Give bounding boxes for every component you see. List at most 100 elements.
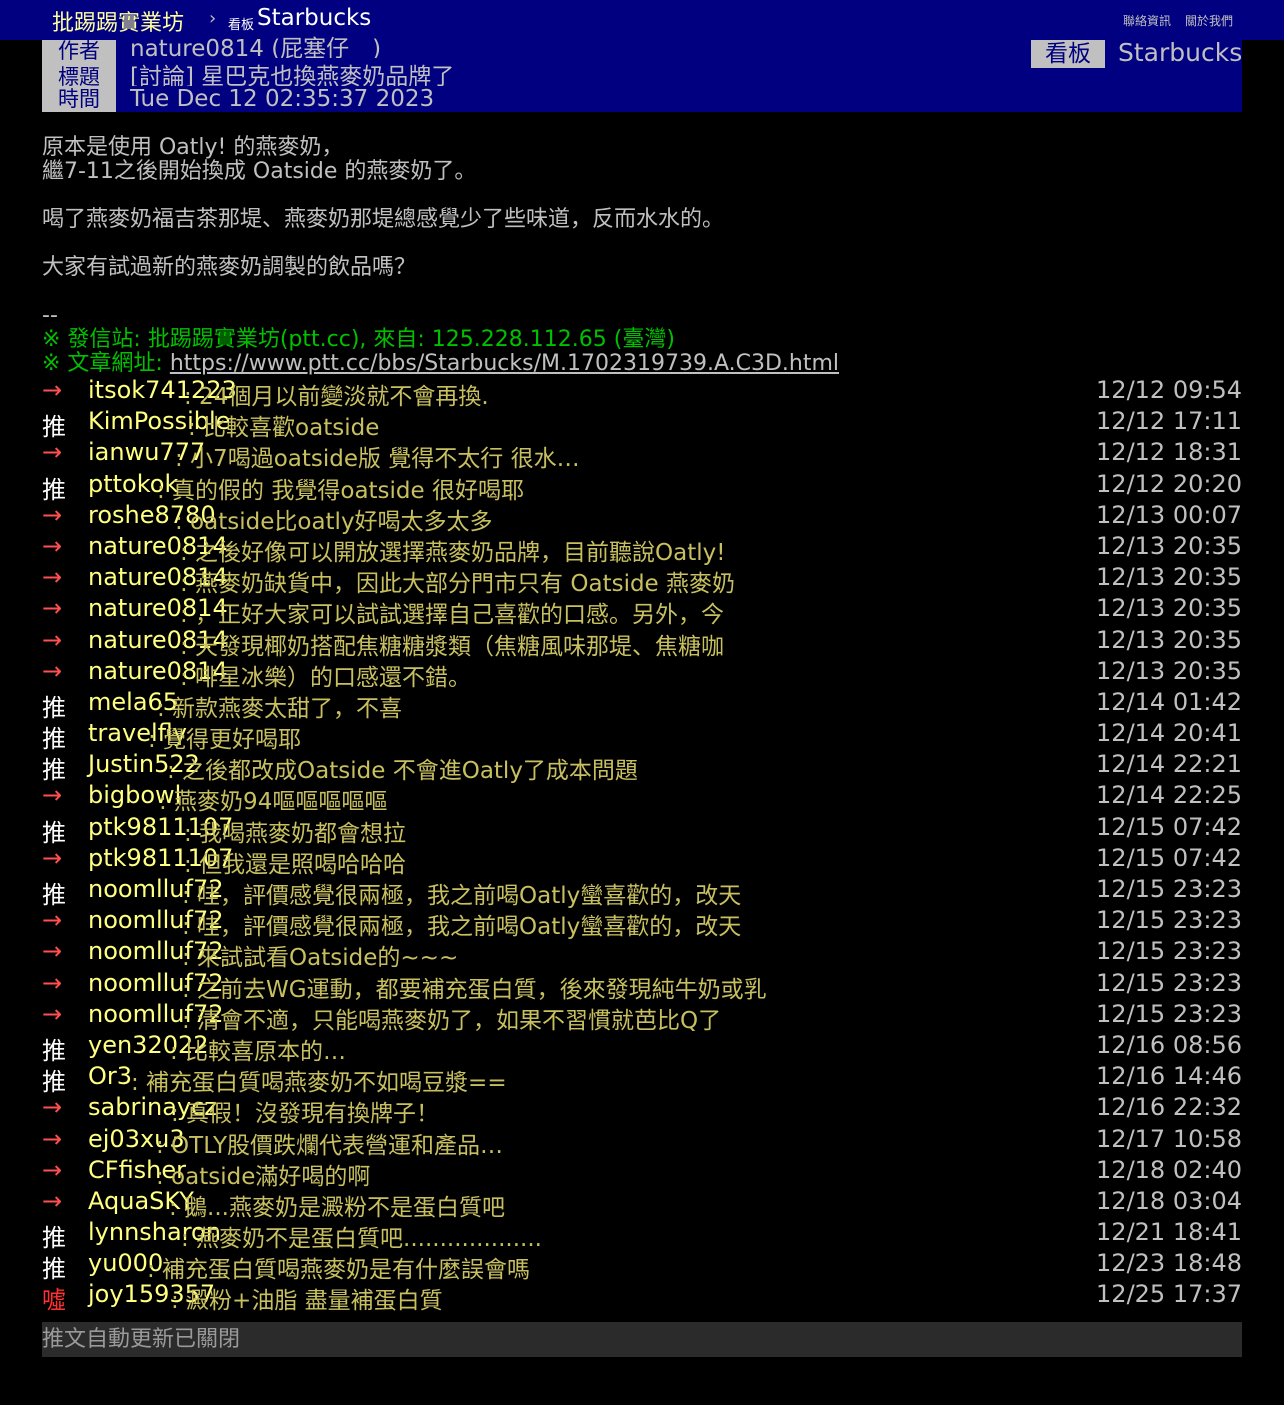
push-row: → nature0814: 啡星冰樂）的口感還不錯。 12/13 20:35 — [42, 657, 1242, 691]
push-content: : 啡星冰樂）的口感還不錯。 — [180, 664, 472, 691]
push-content: : 燕麥奶94嘔嘔嘔嘔嘔 — [159, 789, 388, 816]
push-content: : 比較喜原本的… — [170, 1038, 347, 1065]
push-tag: 推 — [42, 1068, 66, 1097]
push-tag: 推 — [42, 413, 66, 442]
push-content: : OTLY股價跌爛代表營運和產品… — [156, 1132, 504, 1159]
push-content: : 真假！沒發現有換牌子！ — [171, 1101, 440, 1128]
push-tag: 推 — [42, 756, 66, 785]
push-tag: 推 — [42, 725, 66, 754]
signature-divider: -- — [42, 303, 58, 328]
push-time: 12/16 14:46 — [1096, 1062, 1242, 1091]
body-line: 繼7-11之後開始換成 Oatside 的燕麥奶了。 — [42, 159, 477, 184]
push-row: 推 Or3: 補充蛋白質喝燕麥奶不如喝豆漿== 12/16 14:46 — [42, 1062, 1242, 1096]
signature-url-label: ※ 文章網址: — [42, 351, 170, 376]
push-time: 12/15 23:23 — [1096, 968, 1242, 997]
push-time: 12/13 20:35 — [1096, 594, 1242, 623]
push-tag: → — [42, 500, 63, 529]
breadcrumb-separator: › — [209, 8, 217, 29]
push-content: : 之前去WG運動，都要補充蛋白質，後來發現純牛奶或乳 — [182, 976, 767, 1003]
push-content: : ，正好大家可以試試選擇自己喜歡的口感。另外，今 — [180, 602, 725, 629]
push-tag: → — [42, 1093, 63, 1122]
push-tag: → — [42, 1124, 63, 1153]
push-row: → noomlluf72: 哇，評價感覺很兩極，我之前喝Oatly蠻喜歡的，改天 1… — [42, 906, 1242, 940]
push-tag: 推 — [42, 881, 66, 909]
push-tag: 推 — [42, 1224, 66, 1253]
push-tag: → — [42, 843, 63, 872]
push-time: 12/21 18:41 — [1096, 1218, 1242, 1247]
push-content: : 補充蛋白質喝燕麥奶不如喝豆漿== — [131, 1070, 507, 1097]
push-content: : 澱粉+油脂 盡量補蛋白質 — [171, 1288, 443, 1315]
board-value: Starbucks — [1118, 38, 1243, 67]
push-row: → sabrinaycz: 真假！沒發現有換牌子！ 12/16 22:32 — [42, 1093, 1242, 1127]
body-line: 原本是使用 Oatly! 的燕麥奶， — [42, 135, 344, 160]
push-row: → ej03xu3: OTLY股價跌爛代表營運和產品… 12/17 10:58 — [42, 1124, 1242, 1159]
push-row: → nature0814: ，正好大家可以試試選擇自己喜歡的口感。另外，今 12/1… — [42, 594, 1242, 628]
push-time: 12/15 07:42 — [1096, 812, 1242, 841]
push-tag: → — [42, 625, 63, 654]
body-line: 喝了燕麥奶福吉茶那堤、燕麥奶那堤總感覺少了些味道，反而水水的。 — [42, 207, 725, 232]
push-time: 12/17 10:58 — [1096, 1124, 1242, 1153]
push-row: 推 noomlluf72: 哇，評價感覺很兩極，我之前喝Oatly蠻喜歡的，改天 1… — [42, 875, 1242, 909]
push-row: → ianwu777: 小7喝過oatside版 覺得不太行 很水… 12/12 1… — [42, 438, 1242, 472]
board-link[interactable]: Starbucks — [257, 5, 371, 31]
push-row: → roshe8780: oatside比oatly好喝太多太多 12/13 00:… — [42, 500, 1242, 535]
push-content: : 燕麥奶不是蛋白質吧................... — [181, 1226, 542, 1253]
signature-site: ※ 發信站: 批踢踢實業坊(ptt.cc), 來自: 125.228.112.6… — [42, 327, 675, 352]
push-content: : 我喝燕麥奶都會想拉 — [184, 820, 407, 847]
push-time: 12/14 01:42 — [1096, 687, 1242, 716]
push-row: 推 lynnsharon: 燕麥奶不是蛋白質吧..................… — [42, 1218, 1242, 1252]
push-content: : 覺得更好喝耶 — [148, 727, 302, 754]
push-time: 12/16 22:32 — [1096, 1093, 1242, 1122]
push-time: 12/15 23:23 — [1096, 906, 1242, 935]
push-time: 12/18 03:04 — [1096, 1186, 1242, 1215]
push-row: → CFfisher: oatside滿好喝的啊 12/18 02:40 — [42, 1155, 1242, 1190]
push-content: : 但我還是照喝哈哈哈 — [184, 851, 407, 878]
push-tag: → — [42, 999, 63, 1028]
board-label: 看板 — [1031, 40, 1105, 68]
push-row: 推 KimPossible: 比較喜歡oatside 12/12 17:11 — [42, 407, 1242, 441]
push-time: 12/23 18:48 — [1096, 1249, 1242, 1278]
push-time: 12/18 02:40 — [1096, 1155, 1242, 1184]
time-label: 時間 — [42, 86, 116, 112]
push-tag: → — [42, 531, 63, 560]
push-time: 12/12 20:20 — [1096, 469, 1242, 498]
push-row: 推 yu000: 補充蛋白質喝燕麥奶是有什麼誤會嗎 12/23 18:48 — [42, 1249, 1242, 1283]
push-time: 12/15 07:42 — [1096, 843, 1242, 872]
push-row: 推 travelfly: 覺得更好喝耶 12/14 20:41 — [42, 719, 1242, 753]
push-row: → itsok741223: 24個月以前變淡就不會再換. 12/12 09:54 — [42, 376, 1242, 410]
push-row: → noomlluf72: 來試試看Oatside的~~~ 12/15 23:23 — [42, 937, 1242, 971]
push-tag: → — [42, 906, 63, 935]
about-link[interactable]: 關於我們 — [1185, 12, 1233, 29]
signature-url-line: ※ 文章網址: https://www.ptt.cc/bbs/Starbucks… — [42, 352, 839, 376]
push-content: : 24個月以前變淡就不會再換. — [184, 384, 489, 410]
push-time: 12/12 18:31 — [1096, 438, 1242, 467]
push-row: → nature0814: 天發現椰奶搭配焦糖糖漿類（焦糖風味那堤、焦糖咖 12/1… — [42, 625, 1242, 660]
author-value: nature0814 (屁塞仔 ) — [130, 36, 382, 58]
push-content: : oatside比oatly好喝太多太多 — [175, 508, 493, 535]
push-time: 12/15 23:23 — [1096, 937, 1242, 966]
push-content: : 燕麥奶缺貨中，因此大部分門市只有 Oatside 燕麥奶 — [180, 571, 736, 598]
push-time: 12/15 23:23 — [1096, 875, 1242, 903]
body-line: 大家有試過新的燕麥奶調製的飲品嗎？ — [42, 255, 417, 280]
push-content: : 補充蛋白質喝燕麥奶是有什麼誤會嗎 — [147, 1257, 531, 1284]
push-content: : 之後都改成Oatside 不會進Oatly了成本問題 — [167, 758, 638, 785]
push-content: : 天發現椰奶搭配焦糖糖漿類（焦糖風味那堤、焦糖咖 — [180, 633, 725, 660]
push-time: 12/13 00:07 — [1096, 500, 1242, 529]
push-tag: → — [42, 937, 63, 966]
push-time: 12/12 17:11 — [1096, 407, 1242, 436]
top-bar: 批踢踢實業坊 › 看板 Starbucks 聯絡資訊 關於我們 — [0, 0, 1284, 40]
push-tag: 推 — [42, 1255, 66, 1284]
push-row: → nature0814: 燕麥奶缺貨中，因此大部分門市只有 Oatside 燕麥… — [42, 563, 1242, 597]
board-tag-label: 看板 — [228, 18, 255, 33]
site-home-link[interactable]: 批踢踢實業坊 — [52, 5, 184, 37]
contact-link[interactable]: 聯絡資訊 — [1123, 12, 1171, 29]
push-time: 12/13 20:35 — [1096, 563, 1242, 592]
article-url-link[interactable]: https://www.ptt.cc/bbs/Starbucks/M.17023… — [170, 351, 839, 376]
push-tag: → — [42, 781, 63, 810]
push-tag: 噓 — [42, 1286, 66, 1315]
push-content: : 比較喜歡oatside — [188, 415, 380, 442]
push-content: : oatside滿好喝的啊 — [156, 1163, 371, 1190]
push-time: 12/13 20:35 — [1096, 625, 1242, 654]
push-row: → noomlluf72: 之前去WG運動，都要補充蛋白質，後來發現純牛奶或乳 12… — [42, 968, 1242, 1003]
push-tag: → — [42, 594, 63, 623]
